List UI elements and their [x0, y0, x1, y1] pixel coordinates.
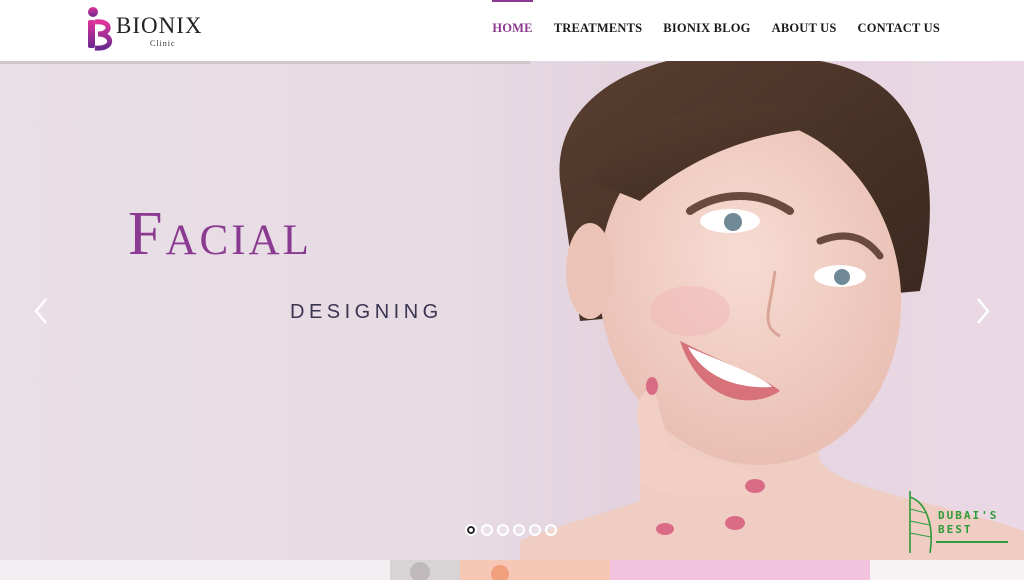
hero-model-image — [520, 61, 1024, 560]
slider-pagination — [465, 524, 557, 536]
header-divider — [0, 61, 530, 64]
hero-title: Facial — [128, 200, 312, 268]
brand-logo[interactable]: BIONIX Clinic — [84, 4, 234, 54]
slider-dot-6[interactable] — [545, 524, 557, 536]
dubais-best-badge: DUBAI'S BEST — [896, 487, 1016, 557]
badge-line-1: DUBAI'S — [938, 509, 999, 522]
slider-dot-3[interactable] — [497, 524, 509, 536]
nav-item-treatments[interactable]: TREATMENTS — [554, 21, 643, 36]
chevron-left-icon[interactable] — [26, 293, 56, 329]
main-nav: HOME TREATMENTS BIONIX BLOG ABOUT US CON… — [492, 0, 940, 36]
brand-name: BIONIX — [116, 13, 203, 38]
burj-al-arab-icon — [909, 491, 932, 554]
slider-dot-2[interactable] — [481, 524, 493, 536]
nav-item-about-us[interactable]: ABOUT US — [772, 21, 837, 36]
chevron-right-icon[interactable] — [968, 293, 998, 329]
floral-strip-image — [0, 560, 1024, 580]
brand-subtitle: Clinic — [150, 39, 176, 48]
badge-line-2: BEST — [938, 523, 973, 536]
site-header: BIONIX Clinic HOME TREATMENTS BIONIX BLO… — [0, 0, 1024, 60]
hero-slider: Facial DESIGNING DUBAI'S BEST — [0, 61, 1024, 560]
nav-item-contact-us[interactable]: CONTACT US — [858, 21, 940, 36]
badge-underline — [936, 541, 1008, 543]
slider-dot-1[interactable] — [465, 524, 477, 536]
nav-item-bionix-blog[interactable]: BIONIX BLOG — [663, 21, 750, 36]
nav-item-home[interactable]: HOME — [492, 0, 534, 36]
slider-dot-4[interactable] — [513, 524, 525, 536]
slider-dot-5[interactable] — [529, 524, 541, 536]
hero-subtitle: DESIGNING — [290, 301, 443, 323]
logo-mark-icon — [88, 7, 113, 51]
